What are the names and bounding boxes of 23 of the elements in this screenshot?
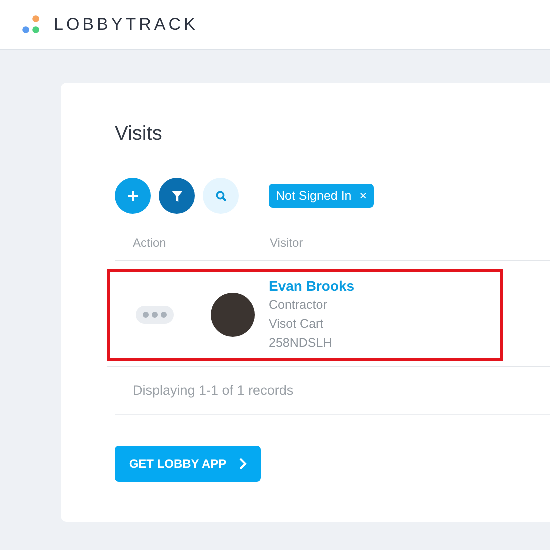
search-button[interactable]	[203, 178, 239, 214]
add-button[interactable]	[115, 178, 151, 214]
records-summary: Displaying 1-1 of 1 records	[133, 383, 294, 398]
logo-dots-icon	[22, 14, 42, 34]
plus-icon	[127, 190, 139, 202]
brand-name: LOBBYTRACK	[54, 14, 198, 34]
more-actions-button[interactable]	[136, 306, 174, 324]
filter-button[interactable]	[159, 178, 195, 214]
get-app-button[interactable]: GET LOBBY APP	[115, 446, 261, 482]
visitor-name-link[interactable]: Evan Brooks	[269, 277, 355, 296]
search-icon	[216, 190, 226, 202]
dots-icon	[142, 312, 168, 318]
chip-label: Not Signed In	[276, 189, 352, 203]
column-header: Action	[132, 236, 168, 250]
page-title: Visits	[115, 123, 164, 147]
remove-chip-button[interactable]: ×	[360, 189, 368, 203]
column-header: Visitor	[270, 236, 304, 250]
avatar-photo	[211, 293, 255, 337]
visitor-detail: Contractor	[269, 297, 328, 314]
visitor-detail: Visot Cart	[269, 316, 325, 333]
visitor-detail: 258NDSLH	[269, 335, 334, 352]
chevron-icon	[238, 458, 247, 470]
filter-icon	[172, 190, 182, 202]
